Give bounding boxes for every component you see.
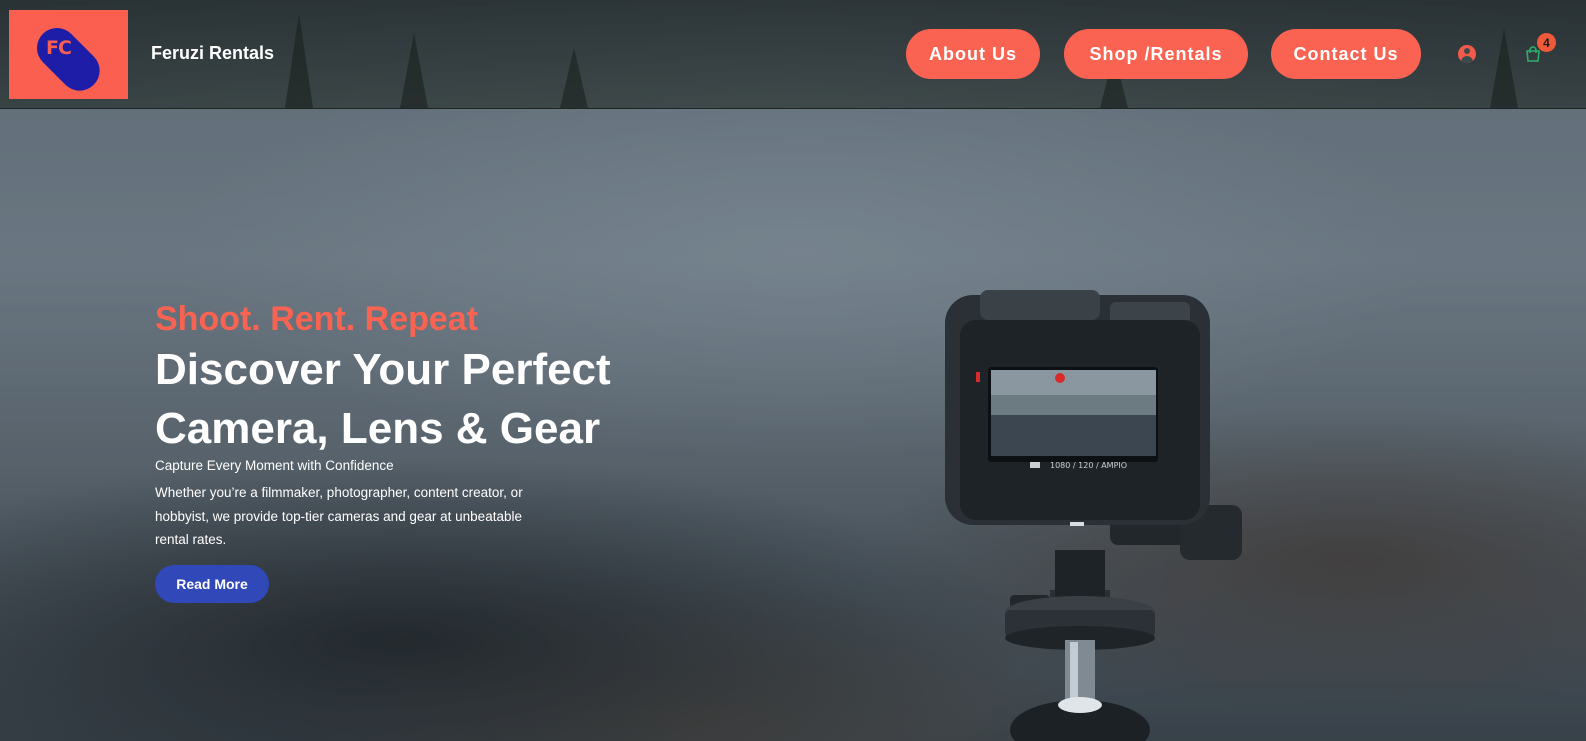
read-more-button[interactable]: Read More — [155, 565, 269, 603]
brand-name[interactable]: Feruzi Rentals — [151, 43, 274, 64]
tree-decor — [400, 33, 428, 108]
logo-text: FC — [46, 37, 72, 59]
action-camera-image: 1080 / 120 / AMPIO — [945, 290, 1242, 741]
hero-tagline: Shoot. Rent. Repeat — [155, 300, 479, 338]
cart-count-badge: 4 — [1537, 33, 1556, 52]
tree-decor — [1490, 28, 1518, 108]
page: 1080 / 120 / AMPIO FC Feruzi Rentals Abo… — [0, 0, 1586, 741]
hero-description: Whether you’re a filmmaker, photographer… — [155, 485, 523, 547]
camera-screen-readout: 1080 / 120 / AMPIO — [1050, 461, 1127, 470]
site-header: FC Feruzi Rentals About Us Shop /Rentals… — [0, 0, 1586, 109]
site-logo[interactable]: FC — [9, 10, 128, 99]
nav-shop-button[interactable]: Shop /Rentals — [1064, 29, 1248, 79]
nav-contact-button[interactable]: Contact Us — [1271, 29, 1421, 79]
hero-subheading: Capture Every Moment with Confidence — [155, 458, 394, 473]
tree-decor — [560, 48, 588, 108]
hero-headline: Discover Your Perfect Camera, Lens & Gea… — [155, 345, 611, 453]
logo-mark — [28, 19, 108, 99]
tree-decor — [285, 13, 313, 108]
nav-about-button[interactable]: About Us — [906, 29, 1040, 79]
user-icon[interactable] — [1458, 45, 1476, 63]
